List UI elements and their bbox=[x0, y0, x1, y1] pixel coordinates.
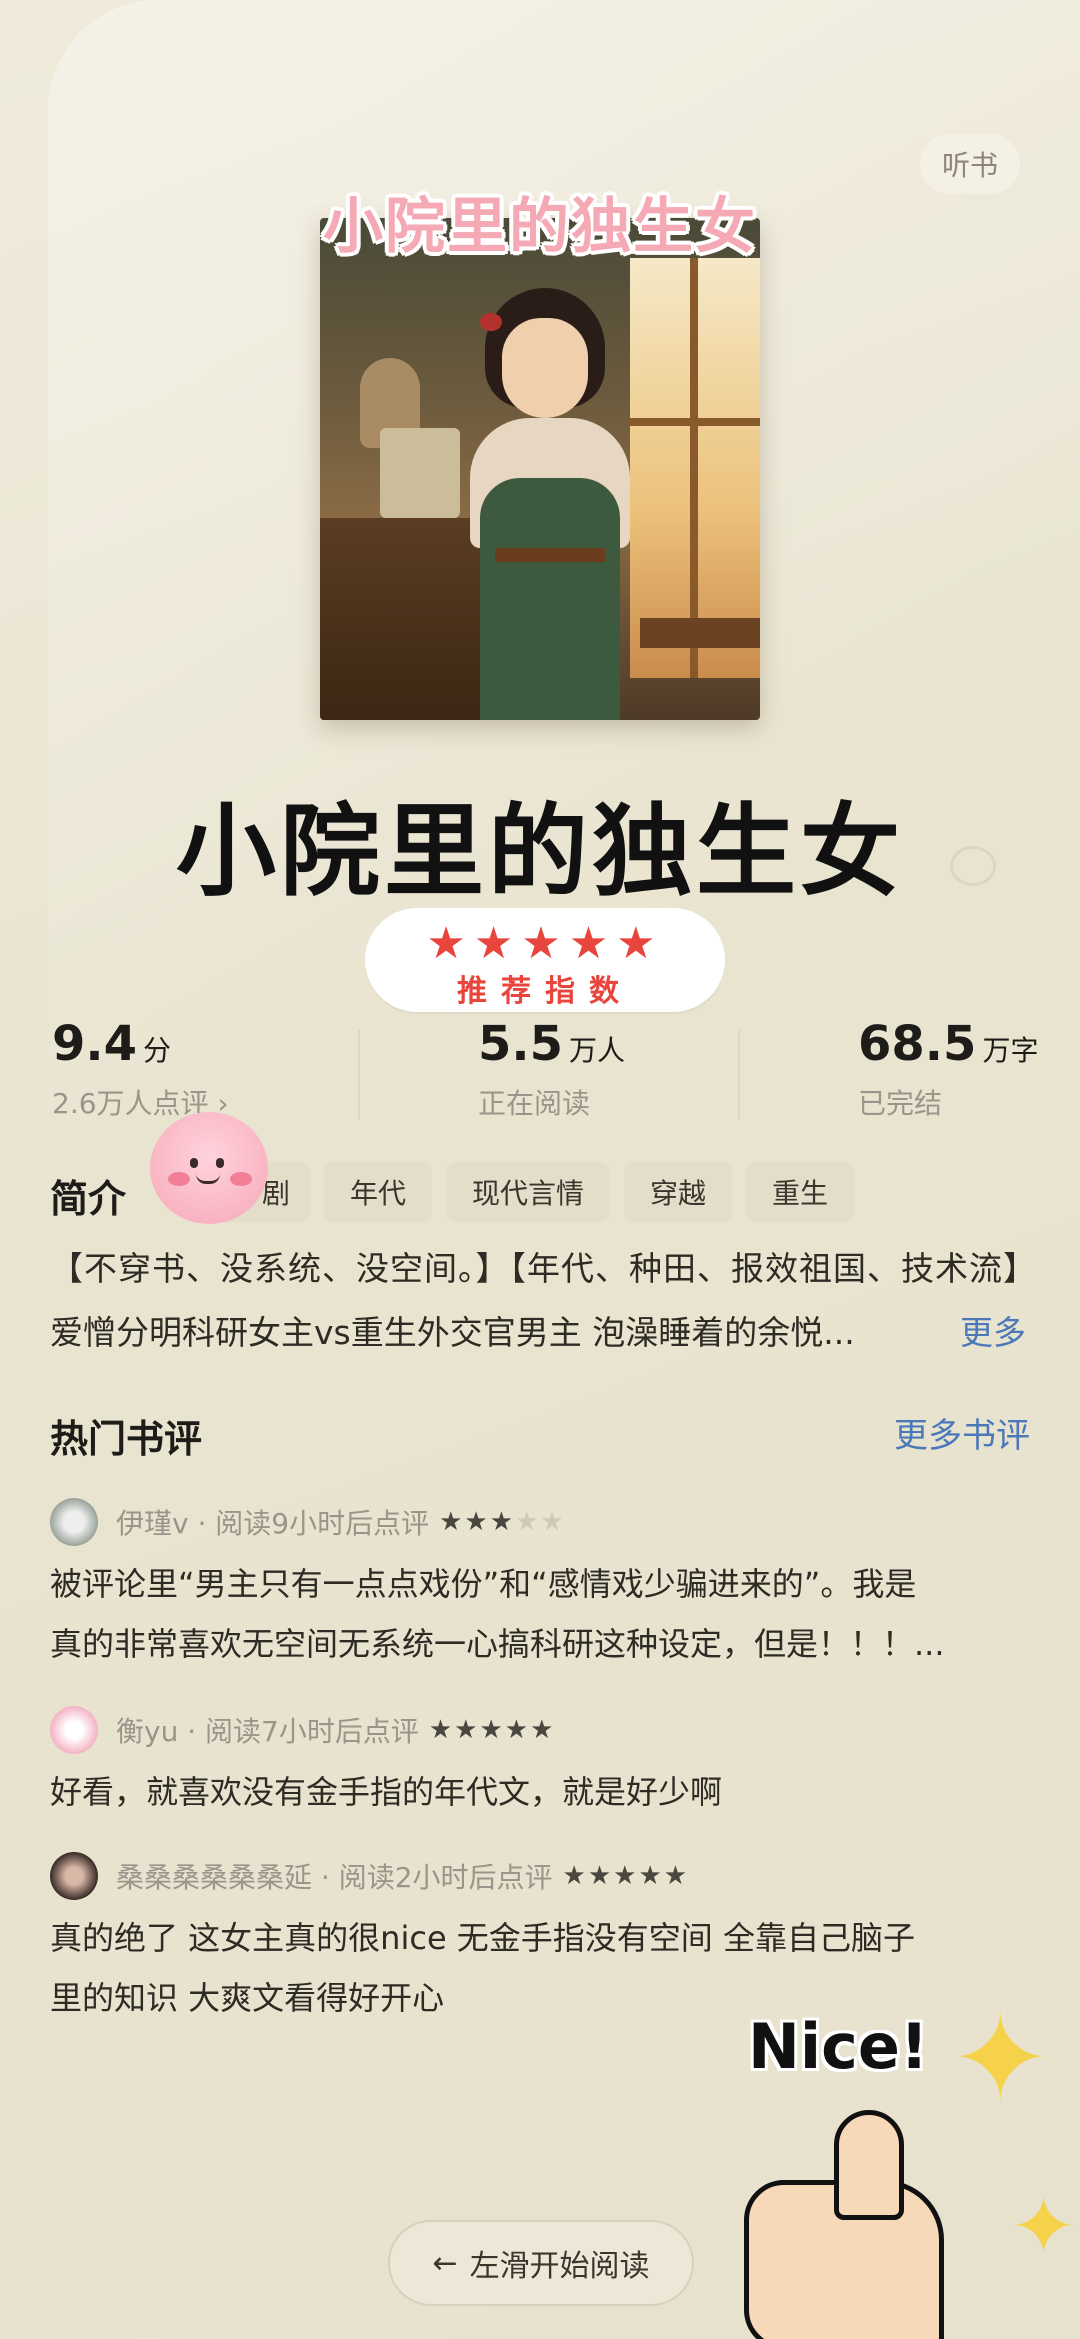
recommend-badge: ★★★★★ 推荐指数 bbox=[365, 908, 725, 1012]
book-title: 小院里的独生女 bbox=[176, 793, 904, 910]
words-value: 68.5 bbox=[858, 1016, 977, 1072]
avatar[interactable] bbox=[50, 1852, 98, 1900]
intro-heading: 简介 bbox=[50, 1177, 127, 1221]
tag-list: 剧 年代 现代言情 穿越 重生 bbox=[190, 1162, 855, 1222]
book-cover[interactable] bbox=[320, 218, 760, 720]
review-rating: ★★★★★ bbox=[562, 1861, 690, 1891]
start-reading-label: 左滑开始阅读 bbox=[469, 2249, 650, 2284]
words-status: 已完结 bbox=[858, 1087, 943, 1120]
tag-item[interactable]: 穿越 bbox=[624, 1162, 733, 1222]
swirl-decoration bbox=[950, 846, 996, 886]
readers-value: 5.5 bbox=[478, 1016, 564, 1072]
readers-label: 正在阅读 bbox=[478, 1087, 591, 1120]
review-text: 被评论里“男主只有一点点戏份”和“感情戏少骗进来的”。我是 bbox=[50, 1565, 917, 1603]
sparkle-icon: ✦ bbox=[950, 1990, 1051, 2129]
readers-unit: 万人 bbox=[569, 1034, 626, 1067]
review-item[interactable]: 桑桑桑桑桑桑延 · 阅读2小时后点评 ★★★★★ 真的绝了 这女主真的很nice… bbox=[50, 1852, 1030, 2028]
tag-item[interactable]: 年代 bbox=[324, 1162, 433, 1222]
review-meta: 衡yu · 阅读7小时后点评 bbox=[116, 1715, 419, 1748]
nice-sticker-text: Nice! bbox=[748, 2010, 929, 2083]
start-reading-button[interactable]: ← 左滑开始阅读 bbox=[388, 2220, 694, 2306]
review-meta: 伊瑾v · 阅读9小时后点评 bbox=[116, 1507, 430, 1540]
book-detail-page: 听书 小院里的独生女 小院里的独生女 ★★★★★ 推荐指数 9.4 分 2.6万人… bbox=[0, 0, 1080, 2339]
review-text: 好看，就喜欢没有金手指的年代文，就是好少啊 bbox=[50, 1773, 723, 1811]
cover-girl-illustration bbox=[440, 278, 660, 720]
review-rating: ★★★★★ bbox=[439, 1507, 566, 1537]
thumbs-up-icon bbox=[744, 2110, 984, 2339]
avatar[interactable] bbox=[50, 1498, 98, 1546]
score-unit: 分 bbox=[143, 1034, 172, 1067]
tag-item[interactable]: 现代言情 bbox=[446, 1162, 611, 1222]
score-stat[interactable]: 9.4 分 2.6万人点评 › bbox=[52, 1016, 229, 1126]
stat-divider bbox=[358, 1030, 360, 1120]
cover-title-art: 小院里的独生女 bbox=[323, 192, 757, 262]
stat-divider bbox=[738, 1030, 740, 1120]
words-unit: 万字 bbox=[982, 1034, 1039, 1067]
review-text: 真的绝了 这女主真的很nice 无金手指没有空间 全靠自己脑子 bbox=[50, 1919, 915, 1957]
score-value: 9.4 bbox=[52, 1016, 138, 1072]
sparkle-icon: ✦ bbox=[1010, 2180, 1078, 2273]
avatar[interactable] bbox=[50, 1706, 98, 1754]
review-meta: 桑桑桑桑桑桑延 · 阅读2小时后点评 bbox=[116, 1861, 553, 1894]
recommend-label: 推荐指数 bbox=[457, 974, 633, 1009]
recommend-stars: ★★★★★ bbox=[426, 918, 664, 969]
review-rating: ★★★★★ bbox=[428, 1715, 556, 1745]
pink-blob-sticker bbox=[150, 1112, 268, 1224]
review-item[interactable]: 衡yu · 阅读7小时后点评 ★★★★★ 好看，就喜欢没有金手指的年代文，就是好… bbox=[50, 1706, 1030, 1822]
readers-stat: 5.5 万人 正在阅读 bbox=[478, 1016, 625, 1126]
intro-text-line: 爱憎分明科研女主vs重生外交官男主 泡澡睡着的余悦... bbox=[50, 1313, 855, 1352]
tag-item[interactable]: 重生 bbox=[746, 1162, 855, 1222]
listen-button[interactable]: 听书 bbox=[920, 134, 1020, 194]
review-text: 真的非常喜欢无空间无系统一心搞科研这种设定，但是！！！... bbox=[50, 1625, 945, 1663]
arrow-left-icon: ← bbox=[432, 2245, 458, 2281]
reviews-heading: 热门书评 bbox=[50, 1417, 203, 1461]
more-reviews-link[interactable]: 更多书评 bbox=[894, 1408, 1030, 1457]
intro-text-line: 【不穿书、没系统、没空间。】【年代、种田、报效祖国、技术流】 bbox=[50, 1249, 1037, 1288]
review-item[interactable]: 伊瑾v · 阅读9小时后点评 ★★★★★ 被评论里“男主只有一点点戏份”和“感情… bbox=[50, 1498, 1030, 1674]
words-stat: 68.5 万字 已完结 bbox=[858, 1016, 1038, 1126]
intro-more-link[interactable]: 更多 bbox=[960, 1306, 1026, 1354]
